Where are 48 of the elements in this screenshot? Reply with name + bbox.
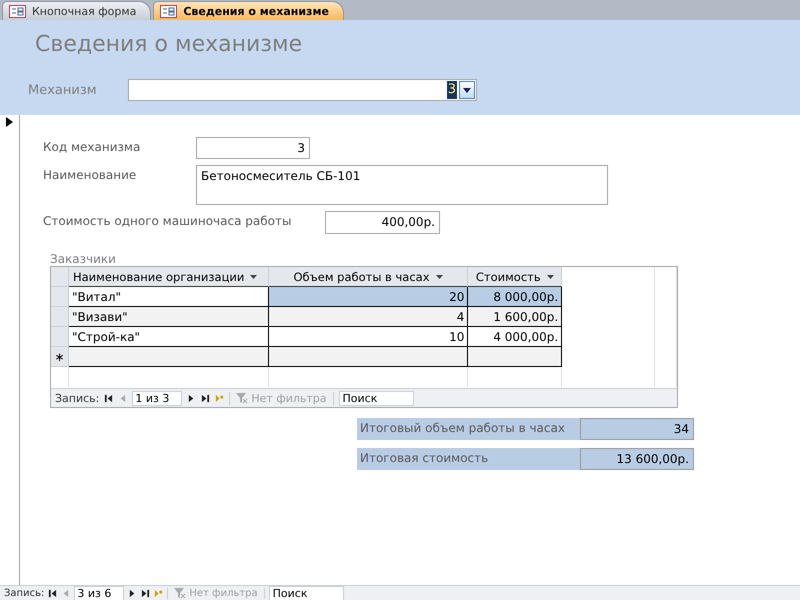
dropdown-icon[interactable]	[250, 274, 258, 278]
record-label: Запись:	[55, 392, 100, 404]
table-cell: 10	[268, 327, 468, 347]
table-cell: "Визави"	[68, 307, 269, 327]
search-field[interactable]: Поиск	[338, 390, 414, 406]
record-label: Запись:	[4, 588, 44, 598]
search-field[interactable]: Поиск	[268, 586, 344, 600]
table-cell: 20	[268, 287, 468, 307]
dropdown-icon[interactable]	[546, 274, 554, 278]
total-field: 13 600,00р.	[580, 448, 694, 470]
table-cell: "Витал"	[68, 287, 269, 307]
table-cell: 4	[268, 307, 468, 327]
form-icon	[160, 4, 178, 18]
column-header[interactable]: Стоимость	[468, 267, 562, 287]
table-cell: 8 000,00р.	[468, 287, 562, 307]
record-position-field[interactable]: 1 из 3	[132, 390, 182, 406]
filter-icon	[174, 588, 186, 598]
field-label: Наименование	[43, 167, 138, 182]
last-record-icon[interactable]	[141, 588, 150, 598]
last-record-icon[interactable]	[201, 394, 210, 402]
table-cell: 1 600,00р.	[468, 307, 562, 327]
form-title: Сведения о механизме	[35, 32, 304, 57]
document-tab[interactable]: Кнопочная форма	[2, 1, 152, 20]
subform-label: Заказчики	[50, 252, 117, 266]
dropdown-icon[interactable]	[459, 81, 475, 99]
total-field: 34	[580, 418, 694, 440]
field-label: Код механизма	[43, 139, 142, 154]
column-header[interactable]: Наименование организации	[68, 267, 269, 287]
document-tab[interactable]: Сведения о механизме	[153, 1, 344, 20]
mechanism-combo[interactable]: 3	[128, 79, 477, 101]
text-field[interactable]: Бетоносмеситель СБ-101	[196, 165, 608, 205]
record-position-field[interactable]: 3 из 6	[74, 586, 124, 600]
first-record-icon[interactable]	[48, 588, 58, 598]
form-icon	[9, 4, 26, 18]
dropdown-icon[interactable]	[436, 274, 443, 278]
text-field[interactable]: 3	[196, 137, 310, 159]
mechanism-label: Механизм	[28, 82, 98, 98]
total-label: Итоговый объем работы в часах	[357, 418, 580, 440]
new-record-marker: ∗	[51, 347, 69, 367]
first-record-icon[interactable]	[104, 394, 114, 402]
total-label: Итоговая стоимость	[357, 448, 580, 470]
table-cell: "Строй-ка"	[68, 327, 269, 347]
column-header[interactable]: Объем работы в часах	[268, 267, 468, 287]
filter-icon	[236, 392, 248, 404]
current-record-icon	[6, 117, 13, 127]
table-cell: 4 000,00р.	[468, 327, 562, 347]
text-field[interactable]: 400,00р.	[325, 211, 440, 234]
field-label: Стоимость одного машиночаса работы	[43, 213, 292, 228]
